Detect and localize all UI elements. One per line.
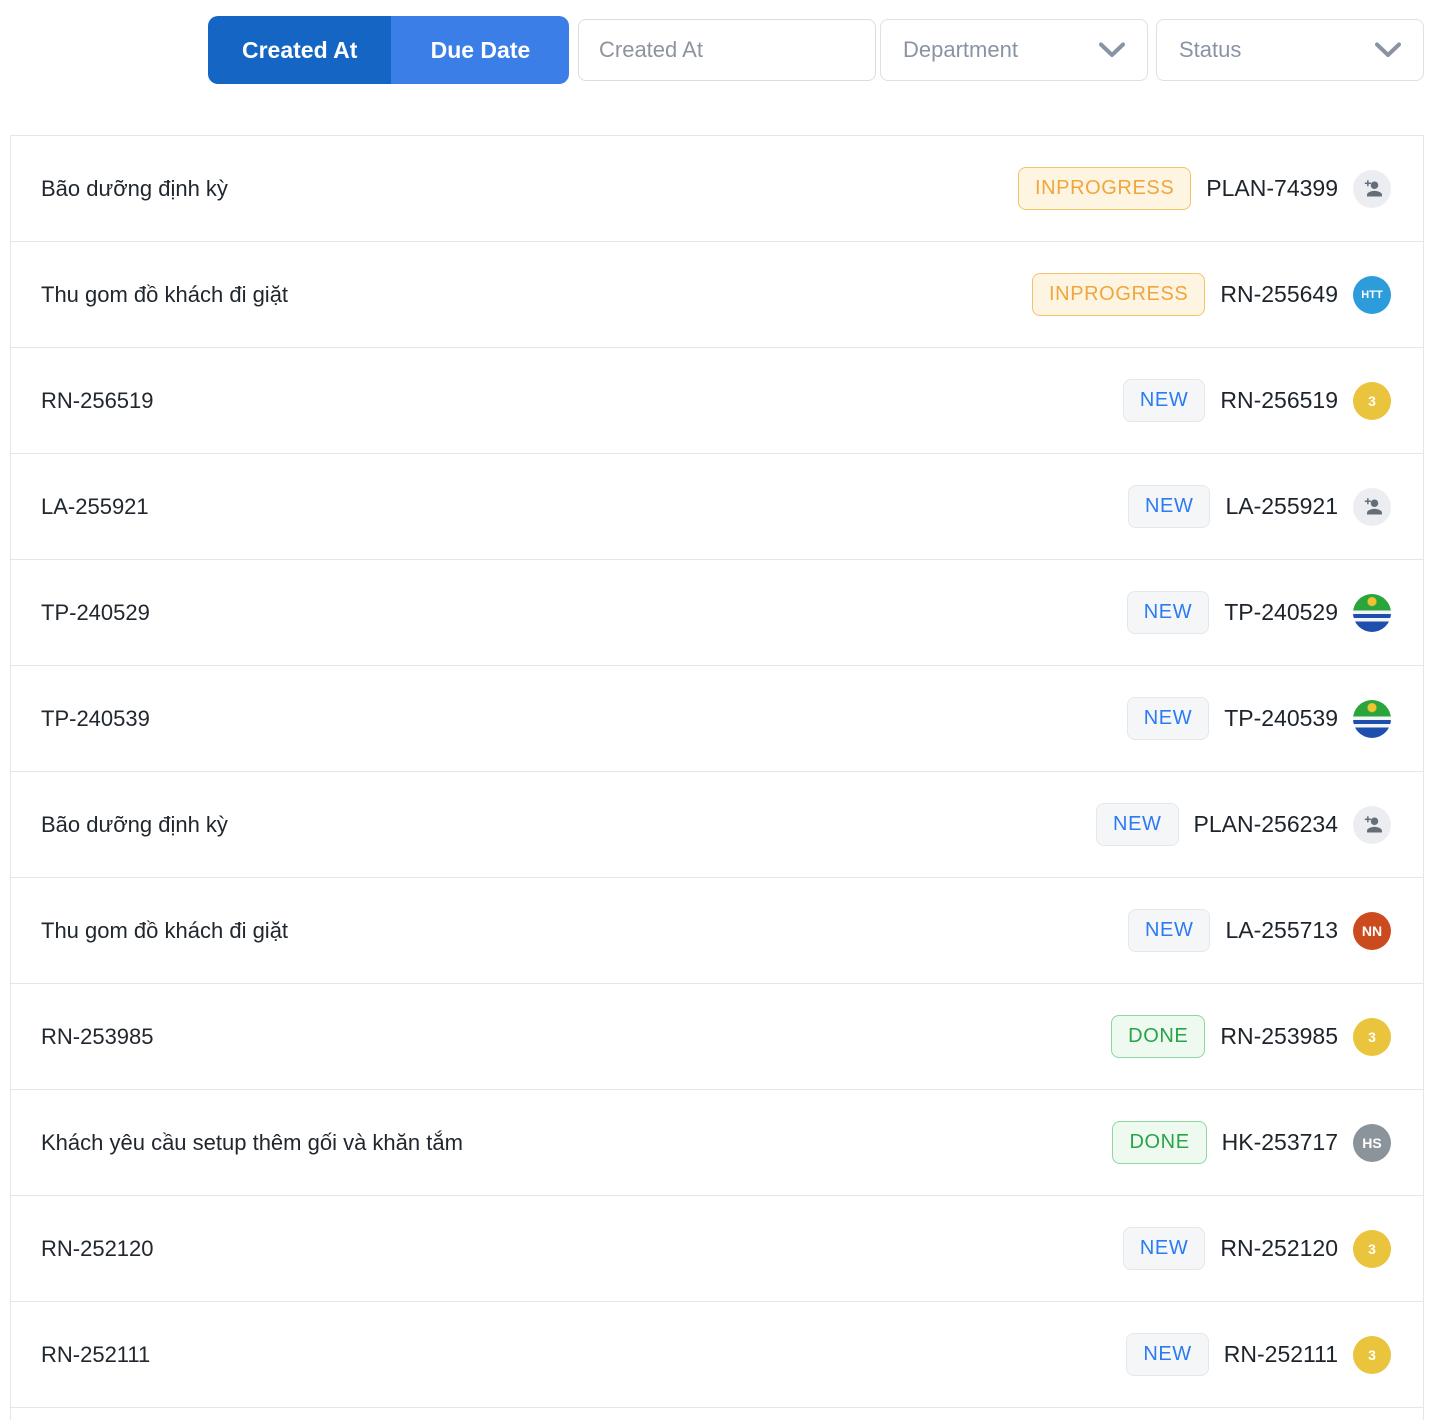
task-id: RN-256519	[1220, 387, 1338, 413]
task-row[interactable]: Khách yêu cầu setup thêm gối và khăn tắm…	[11, 1090, 1423, 1196]
status-badge: INPROGRESS	[1032, 273, 1206, 316]
status-badge: NEW	[1122, 379, 1206, 422]
task-title: RN-252111	[41, 1341, 151, 1367]
task-title: Khách yêu cầu setup thêm gối và khăn tắm	[41, 1129, 463, 1155]
status-badge: NEW	[1122, 1227, 1206, 1270]
status-badge: NEW	[1127, 909, 1211, 952]
task-title: Thu gom đồ khách đi giặt	[41, 281, 289, 307]
task-title: Bão dưỡng định kỳ	[41, 175, 228, 201]
task-row-meta: INPROGRESS PLAN-74399	[1017, 167, 1391, 210]
status-badge: NEW	[1127, 485, 1211, 528]
task-id: LA-255921	[1225, 493, 1338, 519]
person-add-icon	[1364, 179, 1382, 196]
task-row[interactable]: Thu gom đồ khách đi giặt NEW LA-255713 N…	[11, 878, 1423, 984]
toggle-due-date-button[interactable]: Due Date	[391, 16, 570, 84]
department-select[interactable]: Department	[880, 19, 1148, 81]
toggle-created-at-button[interactable]: Created At	[208, 16, 392, 84]
task-title: TP-240529	[41, 599, 150, 625]
task-row-meta: NEW LA-255921	[1127, 485, 1391, 528]
task-id: LA-255713	[1225, 917, 1338, 943]
task-id: TP-240529	[1224, 599, 1338, 625]
person-add-icon	[1364, 815, 1382, 832]
task-row[interactable]: Thu gom đồ khách đi giặt INPROGRESS RN-2…	[11, 242, 1423, 348]
toolbar: Created At Due Date Department Status	[0, 0, 1436, 135]
status-badge: DONE	[1111, 1015, 1206, 1058]
assign-user-avatar[interactable]	[1353, 487, 1391, 526]
avatar[interactable]: 3	[1353, 1017, 1391, 1056]
avatar[interactable]: HTT	[1353, 275, 1391, 314]
assign-user-avatar[interactable]	[1353, 805, 1391, 844]
task-id: RN-252120	[1220, 1235, 1338, 1261]
task-id: TP-240539	[1224, 705, 1338, 731]
task-title: TP-240539	[41, 705, 150, 731]
assign-user-avatar[interactable]	[1353, 169, 1391, 208]
task-row[interactable]: RN-253985 DONE RN-253985 3	[11, 984, 1423, 1090]
status-select-label: Status	[1179, 37, 1242, 62]
date-mode-toggle: Created At Due Date	[208, 16, 570, 84]
task-row[interactable]: TP-240539 NEW TP-240539	[11, 666, 1423, 772]
created-at-input[interactable]	[578, 19, 876, 81]
task-title: RN-253985	[41, 1023, 154, 1049]
task-title: RN-256519	[41, 387, 154, 413]
company-logo-avatar[interactable]	[1353, 593, 1391, 632]
task-title: Thu gom đồ khách đi giặt	[41, 917, 289, 943]
status-badge: NEW	[1126, 1333, 1209, 1376]
avatar[interactable]: NN	[1353, 911, 1391, 950]
task-row[interactable]: TP-240529 NEW TP-240529	[11, 560, 1423, 666]
task-row-meta: NEW PLAN-256234	[1096, 803, 1391, 846]
task-row-meta: NEW RN-252120 3	[1122, 1227, 1391, 1270]
task-row[interactable]: Bão dưỡng định kỳ INPROGRESS PLAN-74399	[11, 136, 1423, 242]
task-id: RN-253985	[1220, 1023, 1338, 1049]
task-id: PLAN-74399	[1206, 175, 1338, 201]
task-row-meta: NEW TP-240529	[1126, 591, 1391, 634]
task-row-meta: NEW LA-255713 NN	[1127, 909, 1391, 952]
status-badge: INPROGRESS	[1017, 167, 1192, 210]
company-logo-avatar[interactable]	[1353, 699, 1391, 738]
avatar[interactable]: 3	[1353, 1335, 1391, 1374]
chevron-down-icon	[1099, 42, 1125, 57]
status-badge: NEW	[1126, 697, 1210, 740]
task-row[interactable]: RN-252111 NEW RN-252111 3	[11, 1302, 1423, 1408]
avatar[interactable]: 3	[1353, 381, 1391, 420]
department-select-label: Department	[903, 37, 1018, 62]
task-row[interactable]: Bão dưỡng định kỳ NEW PLAN-256234	[11, 772, 1423, 878]
person-add-icon	[1364, 497, 1382, 514]
task-id: RN-252111	[1223, 1341, 1338, 1367]
avatar[interactable]: 3	[1353, 1229, 1391, 1268]
task-row-meta: NEW RN-256519 3	[1122, 379, 1391, 422]
task-row-meta: NEW TP-240539	[1126, 697, 1391, 740]
task-id: PLAN-256234	[1193, 811, 1339, 837]
task-title: LA-255921	[41, 493, 149, 519]
status-select[interactable]: Status	[1156, 19, 1424, 81]
task-id: HK-253717	[1221, 1129, 1338, 1155]
task-id: RN-255649	[1220, 281, 1338, 307]
task-title: Bão dưỡng định kỳ	[41, 811, 228, 837]
chevron-down-icon	[1375, 42, 1401, 57]
status-badge: DONE	[1112, 1121, 1207, 1164]
task-row[interactable]: RN-252120 NEW RN-252120 3	[11, 1196, 1423, 1302]
task-row[interactable]: LA-255921 NEW LA-255921	[11, 454, 1423, 560]
avatar[interactable]: HS	[1353, 1123, 1391, 1162]
task-title: RN-252120	[41, 1235, 154, 1261]
task-row[interactable]: RN-256519 NEW RN-256519 3	[11, 348, 1423, 454]
task-row-meta: INPROGRESS RN-255649 HTT	[1032, 273, 1391, 316]
task-row-meta: DONE HK-253717 HS	[1112, 1121, 1391, 1164]
task-row-meta: NEW RN-252111 3	[1126, 1333, 1391, 1376]
task-row-meta: DONE RN-253985 3	[1111, 1015, 1391, 1058]
status-badge: NEW	[1126, 591, 1210, 634]
task-list: Bão dưỡng định kỳ INPROGRESS PLAN-74399 …	[10, 135, 1424, 1420]
status-badge: NEW	[1096, 803, 1179, 846]
